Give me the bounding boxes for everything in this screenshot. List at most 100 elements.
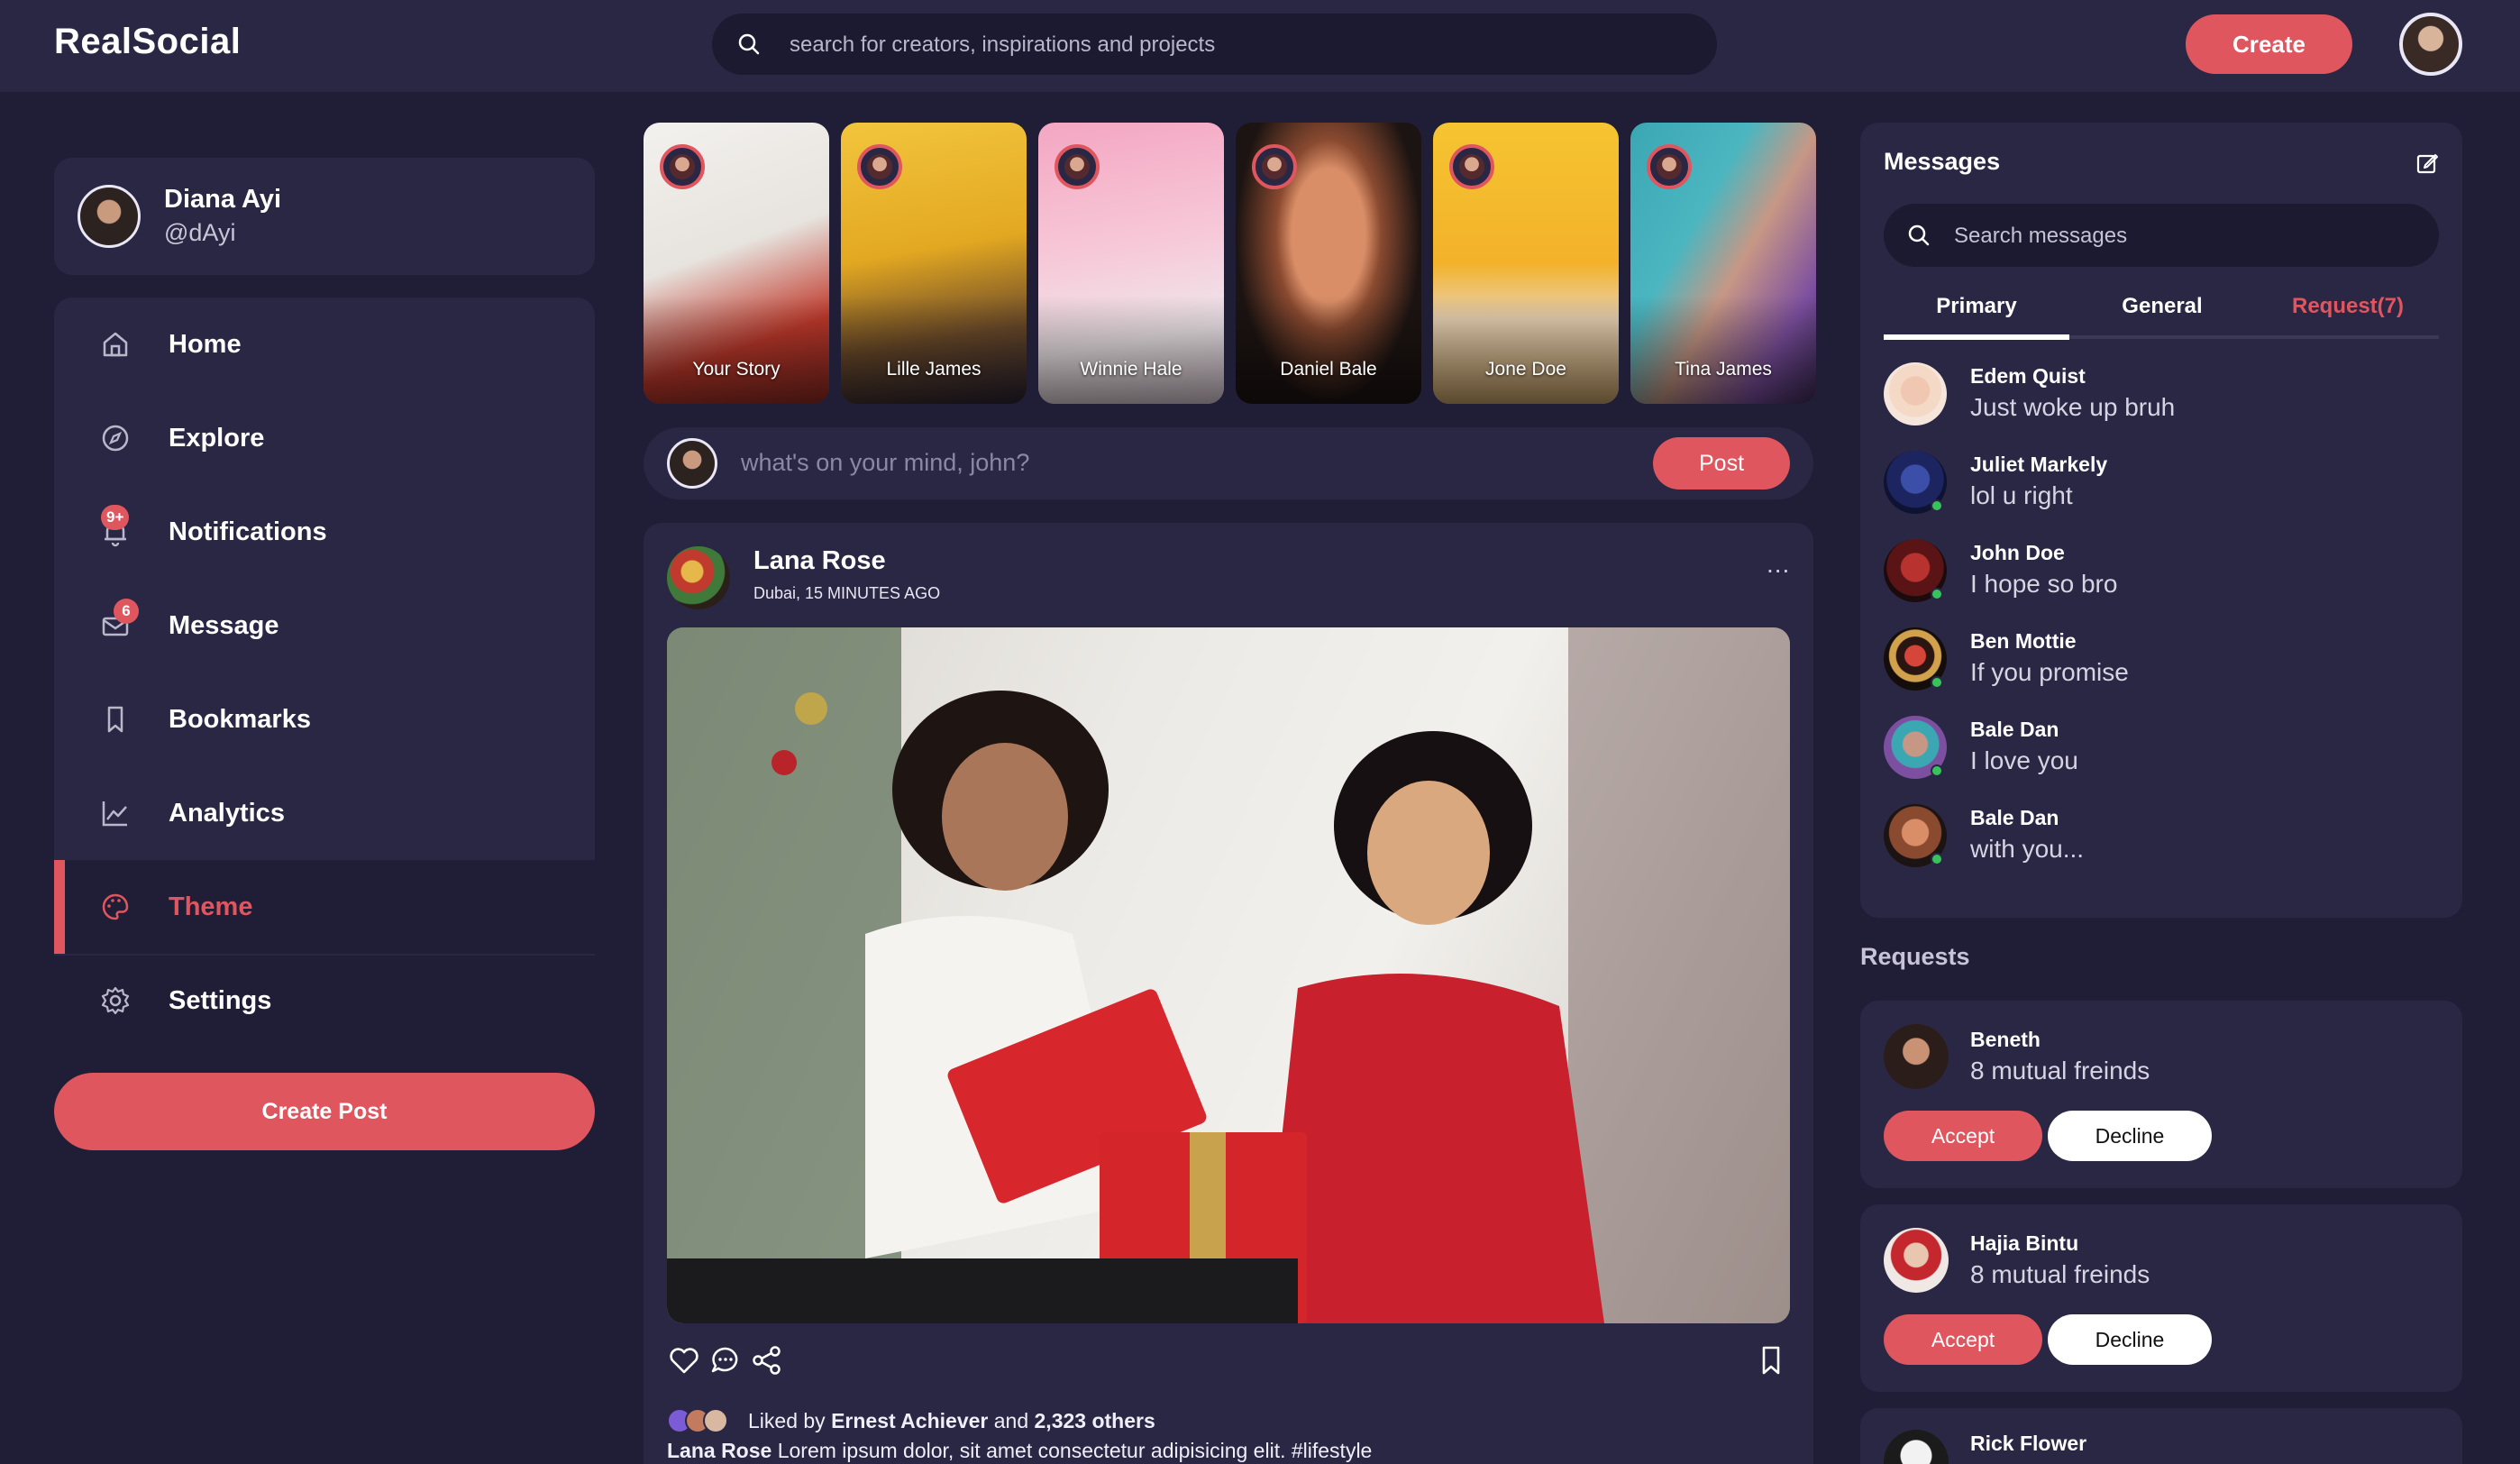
request-name[interactable]: Rick Flower	[1970, 1432, 2086, 1456]
story-name: Winnie Hale	[1080, 359, 1182, 380]
compass-icon	[99, 422, 132, 454]
caption-author[interactable]: Lana Rose	[667, 1439, 772, 1462]
story-card[interactable]: Lille James	[841, 123, 1027, 404]
tab-request[interactable]: Request(7)	[2255, 294, 2441, 319]
message-item[interactable]: Bale Dan I love you	[1884, 710, 2439, 782]
story-avatar	[1647, 144, 1692, 189]
search-icon	[735, 31, 762, 58]
request-avatar[interactable]	[1884, 1228, 1949, 1293]
story-card[interactable]: Daniel Bale	[1236, 123, 1421, 404]
request-name[interactable]: Hajia Bintu	[1970, 1231, 2078, 1256]
message-item[interactable]: Ben Mottie If you promise	[1884, 622, 2439, 694]
edit-icon[interactable]	[2414, 150, 2441, 177]
tab-general[interactable]: General	[2069, 294, 2255, 319]
composer-input[interactable]: what's on your mind, john?	[741, 449, 1029, 477]
message-sender: Bale Dan	[1970, 806, 2059, 829]
notifications-badge: 9+	[101, 505, 130, 530]
post-button[interactable]: Post	[1653, 437, 1790, 490]
story-fade	[1630, 296, 1816, 404]
story-card[interactable]: Winnie Hale	[1038, 123, 1224, 404]
create-button[interactable]: Create	[2186, 14, 2352, 74]
message-search[interactable]: Search messages	[1884, 204, 2439, 267]
create-post-button[interactable]: Create Post	[54, 1073, 595, 1150]
like-icon[interactable]	[667, 1343, 701, 1377]
sidebar-item-notifications[interactable]: 9+ Notifications	[54, 485, 595, 579]
story-card[interactable]: Tina James	[1630, 123, 1816, 404]
composer-avatar	[667, 438, 717, 489]
story-card[interactable]: Jone Doe	[1433, 123, 1619, 404]
feed-post: Lana Rose Dubai, 15 MINUTES AGO ... Like…	[644, 523, 1813, 1464]
message-preview: Just woke up bruh	[1970, 393, 2176, 421]
sidebar-item-label: Message	[169, 611, 279, 640]
message-item[interactable]: Bale Dan with you...	[1884, 799, 2439, 871]
message-sender: John Doe	[1970, 541, 2065, 564]
liked-by-and: and	[993, 1409, 1029, 1432]
story-name: Jone Doe	[1485, 359, 1566, 380]
share-icon[interactable]	[750, 1343, 784, 1377]
sidebar-item-label: Analytics	[169, 799, 285, 828]
sidebar-item-bookmarks[interactable]: Bookmarks	[54, 673, 595, 766]
request-name[interactable]: Beneth	[1970, 1028, 2041, 1052]
messages-title: Messages	[1884, 148, 2001, 175]
online-indicator	[1931, 853, 1943, 865]
post-caption: Lana Rose Lorem ipsum dolor, sit amet co…	[667, 1439, 1372, 1463]
message-preview: If you promise	[1970, 658, 2129, 686]
sidebar-item-explore[interactable]: Explore	[54, 391, 595, 485]
friend-request: Beneth 8 mutual freinds Accept Decline	[1860, 1001, 2462, 1188]
request-avatar[interactable]	[1884, 1024, 1949, 1089]
message-item[interactable]: Juliet Markely lol u right	[1884, 445, 2439, 517]
message-preview: I hope so bro	[1970, 570, 2118, 598]
request-mutual: 8 mutual freinds	[1970, 1260, 2150, 1288]
sidebar-item-theme[interactable]: Theme	[54, 860, 595, 954]
comment-icon[interactable]	[708, 1343, 743, 1377]
more-options-icon[interactable]: ...	[1767, 550, 1790, 579]
request-avatar[interactable]	[1884, 1430, 1949, 1464]
liker-avatar	[703, 1408, 728, 1433]
search-bar[interactable]: search for creators, inspirations and pr…	[712, 14, 1717, 75]
bookmark-icon	[99, 703, 132, 736]
sidebar-item-home[interactable]: Home	[54, 297, 595, 391]
message-sender: Ben Mottie	[1970, 629, 2077, 653]
message-sender: Edem Quist	[1970, 364, 2086, 388]
message-item[interactable]: Edem Quist Just woke up bruh	[1884, 357, 2439, 429]
app-logo[interactable]: RealSocial	[54, 22, 241, 62]
profile-name: Diana Ayi	[164, 185, 282, 214]
decline-button[interactable]: Decline	[2048, 1111, 2212, 1161]
online-indicator	[1931, 499, 1943, 512]
message-avatar	[1884, 362, 1947, 425]
message-preview: with you...	[1970, 835, 2085, 863]
bookmark-icon[interactable]	[1754, 1343, 1788, 1377]
post-photo-illustration	[667, 627, 1790, 1323]
story-card[interactable]: Your Story	[644, 123, 829, 404]
profile-card[interactable]: Diana Ayi @dAyi	[54, 158, 595, 275]
sidebar-item-analytics[interactable]: Analytics	[54, 766, 595, 860]
liked-by-others[interactable]: 2,323 others	[1035, 1409, 1155, 1432]
post-image[interactable]	[667, 627, 1790, 1323]
story-fade	[1433, 296, 1619, 404]
search-input[interactable]: search for creators, inspirations and pr…	[790, 32, 1215, 58]
friend-request: Hajia Bintu 8 mutual freinds Accept Decl…	[1860, 1204, 2462, 1392]
post-author-name[interactable]: Lana Rose	[753, 546, 886, 576]
story-fade	[1236, 296, 1421, 404]
story-name: Your Story	[692, 359, 781, 380]
message-search-input[interactable]: Search messages	[1954, 224, 2127, 249]
message-item[interactable]: John Doe I hope so bro	[1884, 534, 2439, 606]
sidebar-item-label: Settings	[169, 986, 272, 1015]
caption-text: Lorem ipsum dolor, sit amet consectetur …	[777, 1439, 1373, 1462]
message-sender: Bale Dan	[1970, 718, 2059, 741]
sidebar-item-message[interactable]: 6 Message	[54, 579, 595, 673]
story-fade	[841, 296, 1027, 404]
liked-by-name[interactable]: Ernest Achiever	[831, 1409, 988, 1432]
tab-primary[interactable]: Primary	[1884, 294, 2069, 319]
story-name: Tina James	[1675, 359, 1772, 380]
post-author-avatar[interactable]	[667, 546, 730, 609]
decline-button[interactable]: Decline	[2048, 1314, 2212, 1365]
story-avatar	[1252, 144, 1297, 189]
sidebar-item-settings[interactable]: Settings	[54, 954, 595, 1048]
post-composer: what's on your mind, john? Post	[644, 427, 1813, 499]
story-fade	[644, 296, 829, 404]
accept-button[interactable]: Accept	[1884, 1111, 2042, 1161]
sidebar-nav: Home Explore 9+ Notifications 6 Message …	[54, 297, 595, 956]
accept-button[interactable]: Accept	[1884, 1314, 2042, 1365]
user-avatar[interactable]	[2399, 13, 2462, 76]
